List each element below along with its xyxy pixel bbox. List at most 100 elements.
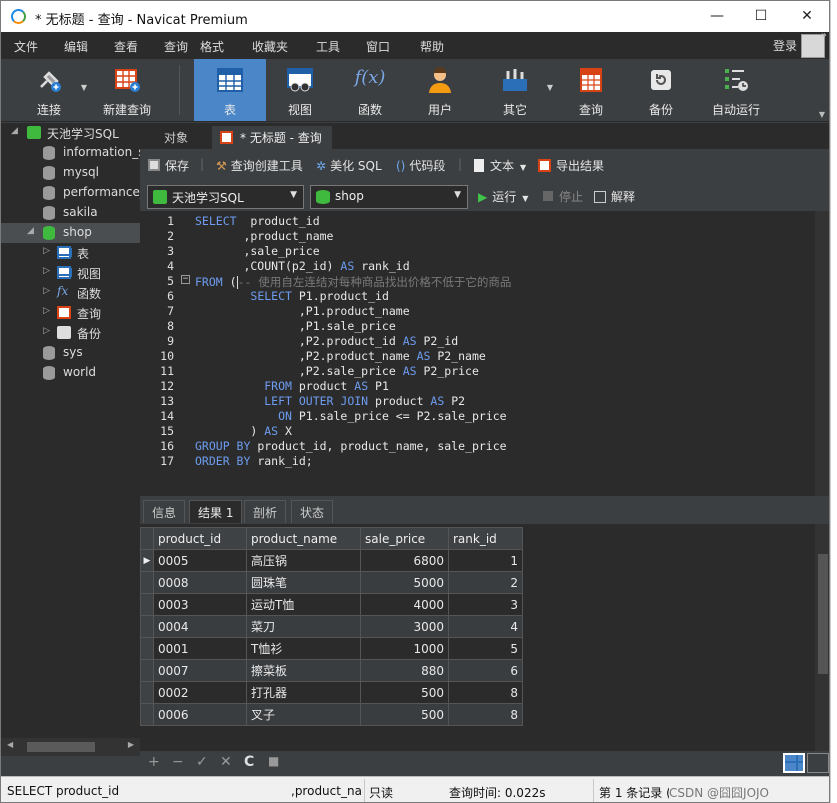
chevron-right-icon[interactable]: ▷ [43,286,50,296]
run-button[interactable]: ▶ 运行 ▼ [478,188,528,205]
stop-icon[interactable]: ■ [268,754,279,768]
tree-item-backups[interactable]: ▷ 备份 [1,323,140,343]
user-button[interactable]: 用户 [404,59,476,121]
minimize-icon[interactable]: — [707,7,727,25]
chevron-down-icon[interactable]: ▼ [819,110,825,119]
query-button[interactable]: 查询 [555,59,627,121]
database-select[interactable]: shop ▼ [310,185,468,209]
toolbar-overflow-icon[interactable]: » [821,30,827,41]
row-indicator[interactable] [140,615,154,638]
table-cell-product-name[interactable]: 运动T恤 [246,593,361,616]
add-record-icon[interactable]: + [148,754,160,770]
function-button[interactable]: f(x) 函数 [334,59,406,121]
table-cell-product-id[interactable]: 0002 [153,681,247,704]
column-header-sale-price[interactable]: sale_price [360,527,449,550]
delete-record-icon[interactable]: − [172,754,184,770]
table-cell-product-id[interactable]: 0001 [153,637,247,660]
table-cell-sale-price[interactable]: 5000 [360,571,449,594]
chevron-right-icon[interactable]: ▷ [43,306,50,316]
tree-connection[interactable]: ◢ 天池学习SQL [1,123,140,143]
discard-changes-icon[interactable]: ✕ [220,754,232,770]
tab-status[interactable]: 状态 [291,500,334,523]
table-cell-product-id[interactable]: 0006 [153,703,247,726]
text-button[interactable]: 文本 ▼ [474,157,526,174]
fold-toggle-icon[interactable]: − [181,275,190,284]
table-row[interactable]: 0001 T恤衫 1000 5 [140,637,523,660]
table-cell-product-name[interactable]: 擦菜板 [246,659,361,682]
tree-horizontal-scrollbar[interactable]: ◀ ▶ [1,738,140,756]
table-cell-product-name[interactable]: 高压锅 [246,549,361,572]
row-indicator[interactable] [140,571,154,594]
table-cell-product-name[interactable]: 叉子 [246,703,361,726]
tab-query[interactable]: * 无标题 - 查询 [212,126,332,149]
refresh-icon[interactable]: C [244,754,254,770]
table-cell-product-id[interactable]: 0003 [153,593,247,616]
table-row[interactable]: 0006 叉子 500 8 [140,703,523,726]
table-row[interactable]: 0003 运动T恤 4000 3 [140,593,523,616]
scrollbar-thumb[interactable] [27,742,95,752]
menu-window[interactable]: 窗口 [366,38,390,55]
table-cell-sale-price[interactable]: 880 [360,659,449,682]
connect-button[interactable]: 连接 ▼ [13,59,87,121]
menu-view[interactable]: 查看 [114,38,138,55]
tree-db-world[interactable]: world [1,363,140,383]
beautify-sql-button[interactable]: ✲ 美化 SQL [316,157,382,174]
connection-select[interactable]: 天池学习SQL ▼ [147,185,304,209]
automation-button[interactable]: 自动运行 [696,59,776,121]
table-cell-rank-id[interactable]: 5 [448,637,523,660]
chevron-down-icon[interactable]: ◢ [27,226,34,236]
table-row[interactable]: 0007 擦菜板 880 6 [140,659,523,682]
table-cell-product-id[interactable]: 0004 [153,615,247,638]
grid-vertical-scrollbar[interactable] [815,524,829,751]
table-cell-rank-id[interactable]: 6 [448,659,523,682]
menu-favorites[interactable]: 收藏夹 [252,38,288,55]
table-row[interactable]: 0008 圆珠笔 5000 2 [140,571,523,594]
export-result-button[interactable]: 导出结果 [538,157,604,174]
chevron-down-icon[interactable]: ◢ [11,126,18,136]
menu-tools[interactable]: 工具 [316,38,340,55]
tree-db-sakila[interactable]: sakila [1,203,140,223]
column-header-rank-id[interactable]: rank_id [448,527,523,550]
column-header-product-name[interactable]: product_name [246,527,361,550]
row-indicator[interactable] [140,593,154,616]
chevron-right-icon[interactable]: ▷ [43,266,50,276]
tree-item-queries[interactable]: ▷ 查询 [1,303,140,323]
close-icon[interactable]: ✕ [797,7,817,25]
table-cell-rank-id[interactable]: 1 [448,549,523,572]
view-button[interactable]: 视图 [264,59,336,121]
code-snippet-button[interactable]: () 代码段 [396,157,445,174]
tree-item-functions[interactable]: ▷ fx 函数 [1,283,140,303]
others-button[interactable]: 其它 ▼ [479,59,553,121]
apply-changes-icon[interactable]: ✓ [196,754,208,770]
chevron-down-icon[interactable]: ▼ [520,163,526,172]
table-cell-sale-price[interactable]: 500 [360,681,449,704]
editor-vertical-scrollbar[interactable] [815,211,829,496]
table-row[interactable]: ▶ 0005 高压锅 6800 1 [140,549,523,572]
tree-item-views[interactable]: ▷ 视图 [1,263,140,283]
row-indicator[interactable] [140,637,154,660]
tab-profile[interactable]: 剖析 [244,500,287,523]
table-cell-sale-price[interactable]: 1000 [360,637,449,660]
table-cell-sale-price[interactable]: 6800 [360,549,449,572]
scrollbar-thumb[interactable] [818,554,828,674]
tab-objects[interactable]: 对象 [154,126,198,149]
backup-button[interactable]: 备份 [625,59,697,121]
row-indicator[interactable] [140,659,154,682]
table-cell-sale-price[interactable]: 4000 [360,593,449,616]
menu-format[interactable]: 格式 [200,38,224,55]
tree-db-sys[interactable]: sys [1,343,140,363]
chevron-right-icon[interactable]: ▶ [128,740,134,749]
menu-help[interactable]: 帮助 [420,38,444,55]
table-cell-product-name[interactable]: T恤衫 [246,637,361,660]
tree-db-mysql[interactable]: mysql [1,163,140,183]
menu-file[interactable]: 文件 [14,38,38,55]
chevron-right-icon[interactable]: ▷ [43,246,50,256]
tree-db-performance[interactable]: performance_ [1,183,140,203]
table-cell-rank-id[interactable]: 8 [448,703,523,726]
row-indicator[interactable]: ▶ [140,549,154,572]
tree-db-information-schema[interactable]: information_s [1,143,140,163]
table-cell-rank-id[interactable]: 3 [448,593,523,616]
table-cell-sale-price[interactable]: 3000 [360,615,449,638]
tree-item-tables[interactable]: ▷ 表 [1,243,140,263]
form-view-icon[interactable] [807,753,829,773]
